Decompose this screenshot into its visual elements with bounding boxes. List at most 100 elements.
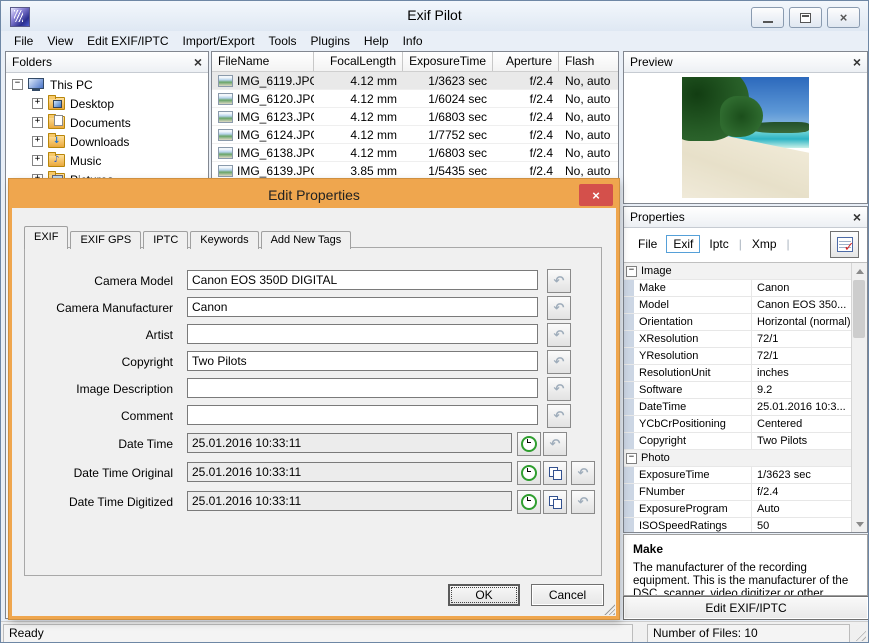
tree-item-downloads[interactable]: + ↓ Downloads: [6, 132, 208, 151]
collapse-icon[interactable]: −: [626, 452, 637, 464]
preview-image[interactable]: [682, 77, 809, 198]
undo-button[interactable]: ↶: [571, 490, 595, 514]
menu-item-file[interactable]: File: [7, 33, 40, 49]
file-row-img-6120-jpg[interactable]: IMG_6120.JPG 4.12 mm 1/6024 sec f/2.4 No, au…: [212, 90, 618, 108]
menu-item-plugins[interactable]: Plugins: [304, 33, 357, 49]
prop-value: Centered: [757, 418, 803, 430]
input-comment[interactable]: [187, 405, 538, 425]
preview-close-icon[interactable]: ×: [853, 55, 861, 69]
folders-close-icon[interactable]: ×: [194, 55, 202, 69]
copy-button[interactable]: [543, 490, 567, 514]
minimize-button[interactable]: [751, 7, 784, 28]
prop-row-orientation[interactable]: Orientation Horizontal (normal): [624, 314, 852, 331]
dialog-tab-iptc[interactable]: IPTC: [143, 231, 189, 249]
file-row-img-6139-jpg[interactable]: IMG_6139.JPG 3.85 mm 1/5435 sec f/2.4 No, au…: [212, 162, 618, 180]
menu-item-info[interactable]: Info: [396, 33, 430, 49]
column-header-aperture[interactable]: Aperture: [493, 52, 559, 71]
tree-item-music[interactable]: + ♪ Music: [6, 151, 208, 170]
menu-item-tools[interactable]: Tools: [262, 33, 304, 49]
prop-row-resolutionunit[interactable]: ResolutionUnit inches: [624, 365, 852, 382]
collapse-icon[interactable]: −: [626, 265, 637, 277]
scrollbar-thumb[interactable]: [853, 280, 865, 338]
resize-grip[interactable]: [853, 628, 866, 641]
expand-icon[interactable]: +: [32, 117, 43, 128]
input-date-time-original[interactable]: [187, 462, 512, 482]
menu-item-edit-exif-iptc[interactable]: Edit EXIF/IPTC: [80, 33, 175, 49]
input-camera-model[interactable]: [187, 270, 538, 290]
prop-row-model[interactable]: Model Canon EOS 350...: [624, 297, 852, 314]
title-bar[interactable]: Exif Pilot ×: [1, 1, 868, 31]
undo-button[interactable]: ↶: [547, 404, 571, 428]
expand-icon[interactable]: +: [32, 98, 43, 109]
properties-tab-file[interactable]: File: [632, 235, 663, 253]
column-header-exposuretime[interactable]: ExposureTime: [403, 52, 493, 71]
properties-scrollbar[interactable]: [851, 263, 867, 532]
input-camera-manufacturer[interactable]: [187, 297, 538, 317]
prop-row-isospeedratings[interactable]: ISOSpeedRatings 50: [624, 518, 852, 532]
copy-button[interactable]: [543, 461, 567, 485]
properties-tab-xmp[interactable]: Xmp: [746, 235, 783, 253]
input-image-description[interactable]: [187, 378, 538, 398]
cancel-button[interactable]: Cancel: [531, 584, 604, 606]
undo-button[interactable]: ↶: [547, 269, 571, 293]
dialog-close-button[interactable]: ×: [579, 184, 613, 206]
input-date-time[interactable]: [187, 433, 512, 453]
column-header-flash[interactable]: Flash: [559, 52, 618, 71]
ok-button[interactable]: OK: [448, 584, 520, 606]
column-header-filename[interactable]: FileName: [212, 52, 314, 71]
expand-icon[interactable]: +: [32, 155, 43, 166]
scroll-up-button[interactable]: [852, 263, 867, 279]
dialog-tab-add-new-tags[interactable]: Add New Tags: [260, 231, 352, 249]
prop-row-make[interactable]: Make Canon: [624, 280, 852, 297]
column-header-focallength[interactable]: FocalLength: [314, 52, 403, 71]
prop-group-photo[interactable]: − Photo: [624, 450, 852, 467]
properties-tab-exif[interactable]: Exif: [666, 235, 701, 253]
prop-row-xresolution[interactable]: XResolution 72/1: [624, 331, 852, 348]
prop-row-fnumber[interactable]: FNumber f/2.4: [624, 484, 852, 501]
dialog-title-bar[interactable]: Edit Properties: [12, 182, 616, 208]
choose-tags-button[interactable]: [830, 231, 859, 258]
input-copyright[interactable]: [187, 351, 538, 371]
expand-icon[interactable]: +: [32, 136, 43, 147]
undo-button[interactable]: ↶: [547, 323, 571, 347]
prop-group-image[interactable]: − Image: [624, 263, 852, 280]
input-artist[interactable]: [187, 324, 538, 344]
tree-item-desktop[interactable]: + Desktop: [6, 94, 208, 113]
dialog-tab-exif[interactable]: EXIF: [24, 226, 69, 249]
dialog-tab-exif-gps[interactable]: EXIF GPS: [70, 231, 142, 249]
prop-row-copyright[interactable]: Copyright Two Pilots: [624, 433, 852, 450]
undo-button[interactable]: ↶: [547, 296, 571, 320]
clock-button[interactable]: [517, 490, 541, 514]
menu-item-help[interactable]: Help: [357, 33, 396, 49]
tree-item-documents[interactable]: + Documents: [6, 113, 208, 132]
undo-button[interactable]: ↶: [543, 432, 567, 456]
undo-button[interactable]: ↶: [571, 461, 595, 485]
close-button[interactable]: ×: [827, 7, 860, 28]
file-row-img-6119-jpg[interactable]: IMG_6119.JPG 4.12 mm 1/3623 sec f/2.4 No, au…: [212, 72, 618, 90]
dialog-tab-keywords[interactable]: Keywords: [190, 231, 259, 249]
file-row-img-6123-jpg[interactable]: IMG_6123.JPG 4.12 mm 1/6803 sec f/2.4 No, au…: [212, 108, 618, 126]
input-date-time-digitized[interactable]: [187, 491, 512, 511]
clock-button[interactable]: [517, 461, 541, 485]
file-row-img-6124-jpg[interactable]: IMG_6124.JPG 4.12 mm 1/7752 sec f/2.4 No, au…: [212, 126, 618, 144]
maximize-button[interactable]: [789, 7, 822, 28]
file-row-img-6138-jpg[interactable]: IMG_6138.JPG 4.12 mm 1/6803 sec f/2.4 No, au…: [212, 144, 618, 162]
properties-tab-iptc[interactable]: Iptc: [703, 235, 734, 253]
scroll-down-button[interactable]: [852, 516, 867, 532]
prop-row-exposureprogram[interactable]: ExposureProgram Auto: [624, 501, 852, 518]
clock-button[interactable]: [517, 432, 541, 456]
prop-row-ycbcrpositioning[interactable]: YCbCrPositioning Centered: [624, 416, 852, 433]
menu-item-view[interactable]: View: [40, 33, 80, 49]
menu-item-import-export[interactable]: Import/Export: [176, 33, 262, 49]
collapse-icon[interactable]: −: [12, 79, 23, 90]
prop-row-exposuretime[interactable]: ExposureTime 1/3623 sec: [624, 467, 852, 484]
prop-row-yresolution[interactable]: YResolution 72/1: [624, 348, 852, 365]
prop-row-software[interactable]: Software 9.2: [624, 382, 852, 399]
undo-button[interactable]: ↶: [547, 377, 571, 401]
tree-item-this-pc[interactable]: − This PC: [6, 75, 208, 94]
properties-close-icon[interactable]: ×: [853, 210, 861, 224]
edit-exif-iptc-button[interactable]: Edit EXIF/IPTC: [623, 596, 868, 620]
undo-button[interactable]: ↶: [547, 350, 571, 374]
prop-row-datetime[interactable]: DateTime 25.01.2016 10:3...: [624, 399, 852, 416]
dialog-resize-grip[interactable]: [604, 604, 615, 615]
